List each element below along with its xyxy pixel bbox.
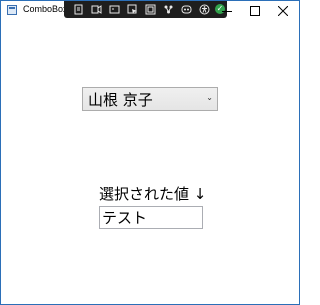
window-title: ComboBox bbox=[23, 4, 68, 14]
maximize-button[interactable] bbox=[241, 1, 269, 21]
accessibility-icon[interactable] bbox=[199, 4, 210, 15]
display-layout-adorners-icon[interactable] bbox=[145, 4, 156, 15]
maximize-icon bbox=[250, 6, 260, 16]
ui-debugger-icon[interactable] bbox=[73, 4, 84, 15]
selected-value-label: 選択された値 ↓ bbox=[99, 185, 207, 203]
minimize-icon bbox=[222, 11, 232, 12]
close-icon bbox=[278, 6, 288, 16]
close-button[interactable] bbox=[269, 1, 297, 21]
track-focus-icon[interactable] bbox=[163, 4, 174, 15]
chevron-down-icon[interactable]: ⌄ bbox=[206, 93, 213, 102]
window-app-icon bbox=[7, 5, 17, 15]
debug-toolbar: ✓ bbox=[64, 1, 227, 18]
app-window: ComboBox ✓ 山根 京子 ⌄ 選択された値 ↓ テスト bbox=[0, 0, 300, 305]
title-bar[interactable]: ComboBox ✓ bbox=[1, 1, 299, 21]
select-element-icon[interactable] bbox=[127, 4, 138, 15]
minimize-button[interactable] bbox=[213, 1, 241, 21]
record-icon[interactable] bbox=[109, 4, 120, 15]
binding-failures-icon[interactable] bbox=[181, 4, 192, 15]
selected-value-textbox[interactable] bbox=[99, 206, 203, 229]
live-visual-tree-icon[interactable] bbox=[91, 4, 102, 15]
combobox-selected-value: 山根 京子 bbox=[88, 91, 153, 109]
name-combobox[interactable]: 山根 京子 ⌄ bbox=[82, 87, 218, 111]
